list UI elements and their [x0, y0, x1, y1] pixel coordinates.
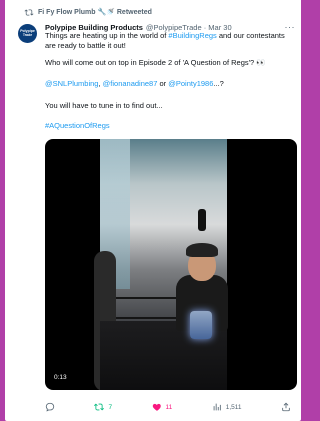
- hashtag-aquestionofregs[interactable]: #AQuestionOfRegs: [45, 121, 293, 131]
- mention-fionanadine87[interactable]: @fionanadine87: [103, 79, 158, 88]
- avatar[interactable]: Polypipe Trade: [18, 24, 37, 43]
- retweet-banner[interactable]: Fi Fy Flow Plumb 🔧🚿 Retweeted: [24, 6, 152, 18]
- like-button[interactable]: 11: [152, 402, 173, 412]
- video-player[interactable]: 0:13: [45, 139, 297, 390]
- retweet-action-icon: [94, 403, 105, 411]
- views-bar-chart-icon: [213, 403, 221, 411]
- share-button[interactable]: [281, 402, 291, 412]
- views-button[interactable]: 1,511: [212, 402, 242, 412]
- tweet-text-paragraph-4: You will have to tune in to find out...: [45, 101, 163, 110]
- mention-end: ...?: [213, 79, 224, 88]
- action-bar: 7 11 1,511: [45, 401, 291, 413]
- hashtag-buildingregs[interactable]: #BuildingRegs: [168, 31, 216, 40]
- mention-snlplumbing[interactable]: @SNLPlumbing: [45, 79, 98, 88]
- retweet-banner-label: Fi Fy Flow Plumb 🔧🚿 Retweeted: [38, 9, 152, 16]
- tweet-text-1a: Things are heating up in the world of: [45, 31, 169, 40]
- reply-button[interactable]: [45, 402, 55, 412]
- retweet-count: 7: [108, 403, 113, 411]
- like-count: 11: [165, 403, 173, 411]
- tweet-card: Fi Fy Flow Plumb 🔧🚿 Retweeted Polypipe T…: [5, 0, 301, 421]
- heart-icon: [152, 403, 161, 411]
- retweet-icon: [24, 8, 34, 16]
- avatar-text: Polypipe Trade: [20, 29, 35, 37]
- video-frame: [94, 139, 228, 390]
- view-count: 1,511: [225, 403, 242, 411]
- video-timestamp: 0:13: [54, 374, 67, 381]
- tweet-text-paragraph-2: Who will come out on top in Episode 2 of…: [45, 58, 266, 67]
- mention-or: or: [157, 79, 169, 88]
- tweet-text-paragraph-1: Things are heating up in the world of #B…: [45, 31, 293, 51]
- share-icon: [282, 402, 290, 412]
- tweet-text-paragraph-3: @SNLPlumbing, @fionanadine87 or @Pointy1…: [45, 79, 293, 89]
- retweet-button[interactable]: 7: [94, 402, 112, 412]
- mention-pointy1986[interactable]: @Pointy1986: [168, 79, 213, 88]
- reply-icon: [45, 402, 55, 412]
